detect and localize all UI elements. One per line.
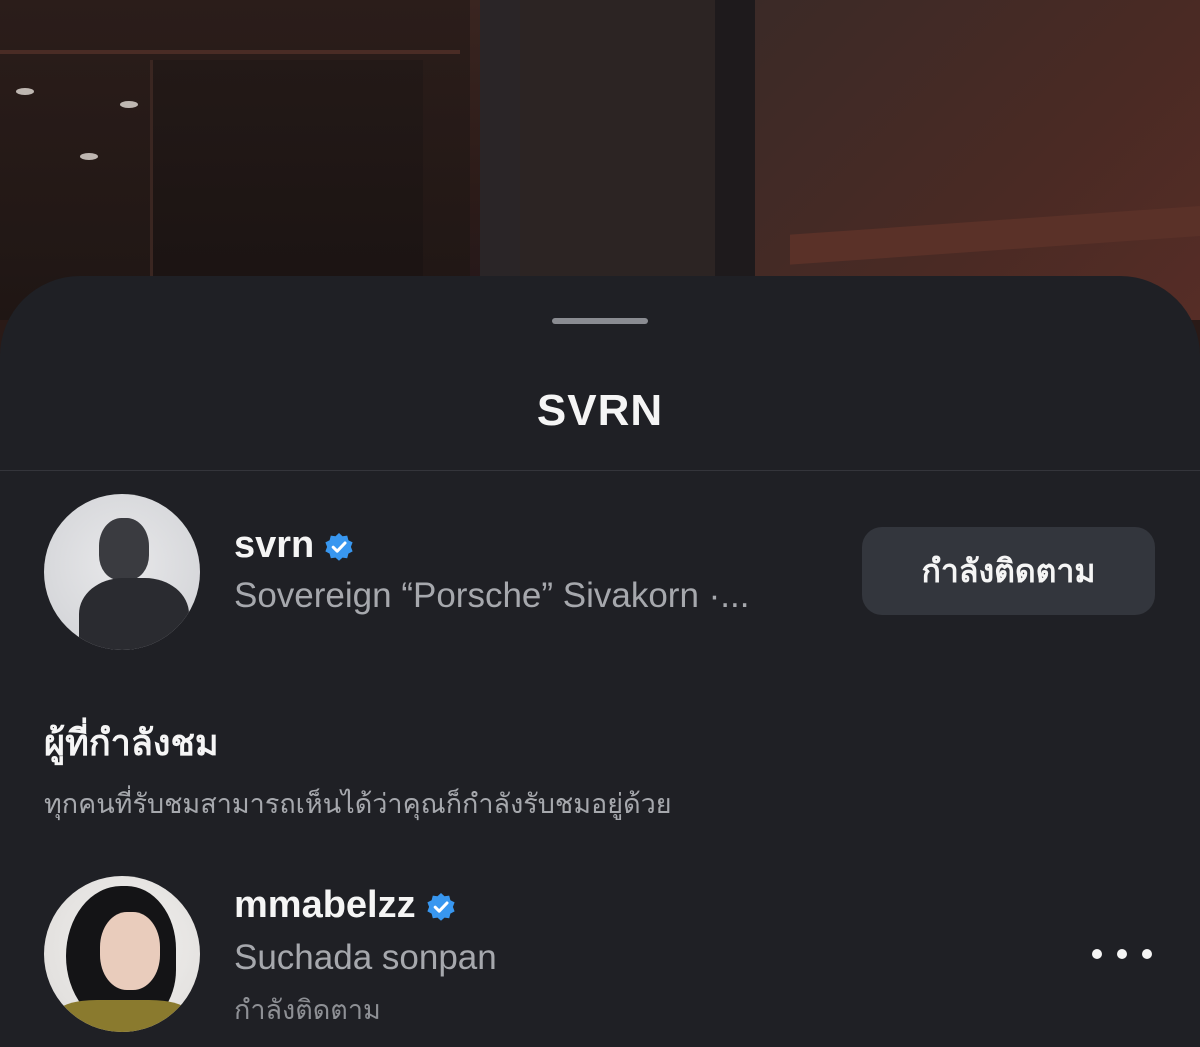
more-dot xyxy=(1142,949,1152,959)
avatar-figure-clothing xyxy=(58,1000,188,1032)
ceiling-light xyxy=(16,88,34,95)
ceiling-light xyxy=(120,101,138,108)
sheet-title: SVRN xyxy=(536,386,664,435)
more-dot xyxy=(1117,949,1127,959)
host-username-row[interactable]: svrn xyxy=(234,524,354,567)
avatar-figure-face xyxy=(100,912,160,990)
avatar-figure-head xyxy=(99,518,149,580)
live-viewers-sheet: SVRN svrn Sovereign “Porsche” Sivakorn ·… xyxy=(0,276,1200,1047)
background-ceiling-frame xyxy=(0,20,460,54)
background-pillar xyxy=(715,0,755,320)
live-video-background xyxy=(0,0,1200,320)
more-dot xyxy=(1092,949,1102,959)
following-button[interactable]: กำลังติดตาม xyxy=(862,527,1155,615)
ceiling-light xyxy=(80,153,98,160)
background-wall-panel xyxy=(520,0,720,320)
viewer-avatar[interactable] xyxy=(44,876,200,1032)
host-username[interactable]: svrn xyxy=(234,524,314,566)
host-full-name: Sovereign “Porsche” Sivakorn ·... xyxy=(234,576,750,615)
host-avatar[interactable] xyxy=(44,494,200,650)
verified-badge-icon xyxy=(427,892,455,921)
viewers-heading: ผู้ที่กำลังชม xyxy=(44,723,219,764)
viewers-subtext: ทุกคนที่รับชมสามารถเห็นได้ว่าคุณก็กำลังร… xyxy=(44,789,672,820)
more-options-icon[interactable] xyxy=(1092,942,1152,966)
divider xyxy=(0,470,1200,471)
viewer-username-row[interactable]: mmabelzz xyxy=(234,884,456,927)
viewer-follow-status: กำลังติดตาม xyxy=(234,995,381,1026)
viewer-username[interactable]: mmabelzz xyxy=(234,884,416,926)
verified-badge-icon xyxy=(325,532,353,561)
sheet-drag-handle[interactable] xyxy=(552,318,648,324)
viewer-full-name: Suchada sonpan xyxy=(234,938,497,977)
background-wall-panel xyxy=(755,0,1200,320)
avatar-figure-body xyxy=(79,578,189,650)
background-pillar xyxy=(480,0,520,320)
